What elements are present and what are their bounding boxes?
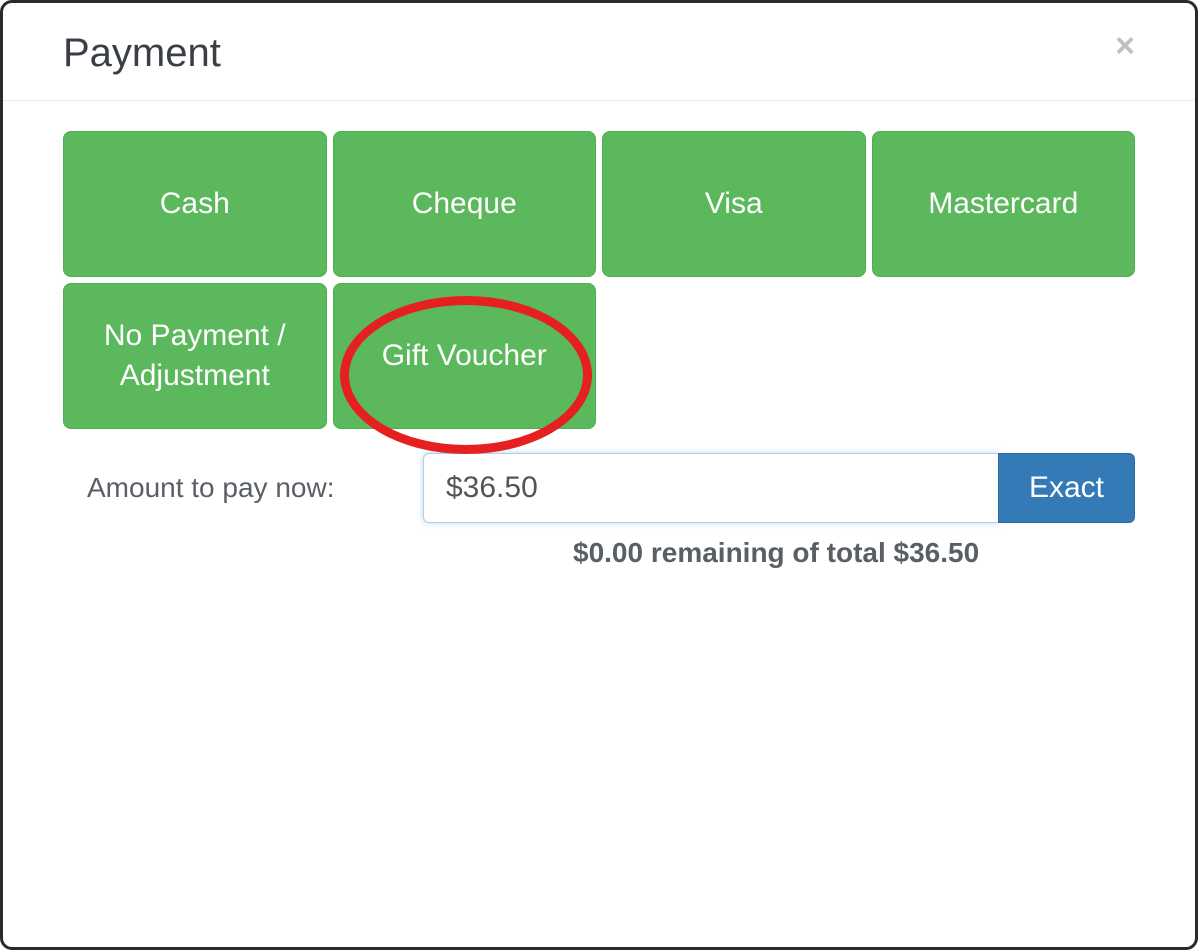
no-payment-adjustment-button[interactable]: No Payment / Adjustment: [63, 283, 327, 429]
modal-header: Payment ×: [3, 3, 1195, 101]
modal-title: Payment: [63, 31, 221, 76]
amount-input[interactable]: [423, 453, 998, 523]
payment-methods-grid: Cash Cheque Visa Mastercard No Payment /…: [63, 131, 1135, 429]
exact-button[interactable]: Exact: [998, 453, 1135, 523]
modal-body: Cash Cheque Visa Mastercard No Payment /…: [3, 101, 1195, 599]
amount-input-group: Exact: [423, 453, 1135, 523]
close-button[interactable]: ×: [1115, 29, 1135, 63]
payment-modal: Payment × Cash Cheque Visa Mastercard No…: [0, 0, 1198, 950]
amount-label: Amount to pay now:: [63, 472, 423, 504]
cheque-button[interactable]: Cheque: [333, 131, 597, 277]
mastercard-button[interactable]: Mastercard: [872, 131, 1136, 277]
visa-button[interactable]: Visa: [602, 131, 866, 277]
cash-button[interactable]: Cash: [63, 131, 327, 277]
amount-row: Amount to pay now: Exact: [63, 453, 1135, 523]
gift-voucher-button[interactable]: Gift Voucher: [333, 283, 597, 429]
remaining-text: $0.00 remaining of total $36.50: [423, 537, 1135, 569]
